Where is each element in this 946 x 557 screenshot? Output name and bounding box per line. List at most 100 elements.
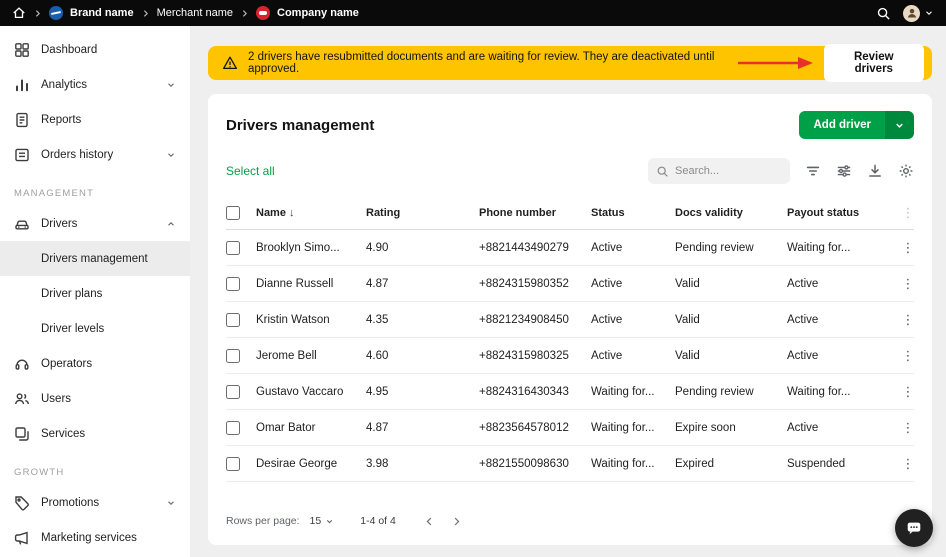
search-input[interactable] bbox=[675, 165, 782, 177]
dashboard-grid-icon bbox=[14, 42, 30, 58]
next-page-button[interactable] bbox=[451, 516, 462, 527]
sidebar-item-label: Dashboard bbox=[41, 44, 97, 56]
cell-payout: Active bbox=[787, 278, 897, 290]
sidebar-item-label: Users bbox=[41, 393, 71, 405]
cell-phone: +8824315980352 bbox=[479, 278, 591, 290]
column-actions-icon[interactable]: ⋮ bbox=[902, 206, 915, 219]
sidebar-item-services[interactable]: Services bbox=[0, 416, 190, 451]
row-checkbox[interactable] bbox=[226, 457, 240, 471]
cell-rating: 4.87 bbox=[366, 278, 479, 290]
document-icon bbox=[14, 112, 30, 128]
cell-name: Brooklyn Simo... bbox=[256, 242, 366, 254]
cell-rating: 4.35 bbox=[366, 314, 479, 326]
table-row: Gustavo Vaccaro 4.95 +8824316430343 Wait… bbox=[226, 374, 914, 410]
select-all-checkbox[interactable] bbox=[226, 206, 240, 220]
previous-page-button[interactable] bbox=[424, 516, 435, 527]
table-row: Brooklyn Simo... 4.90 +8821443490279 Act… bbox=[226, 230, 914, 266]
cell-phone: +8824315980325 bbox=[479, 350, 591, 362]
sidebar-item-driver-plans[interactable]: Driver plans bbox=[0, 276, 190, 311]
breadcrumb-merchant[interactable]: Merchant name bbox=[157, 7, 233, 19]
sidebar-item-operators[interactable]: Operators bbox=[0, 346, 190, 381]
sidebar-item-users[interactable]: Users bbox=[0, 381, 190, 416]
rows-per-page-label: Rows per page: bbox=[226, 515, 300, 527]
row-checkbox[interactable] bbox=[226, 241, 240, 255]
cell-rating: 4.90 bbox=[366, 242, 479, 254]
sidebar-item-label: Driver plans bbox=[41, 288, 102, 300]
company-logo bbox=[256, 6, 270, 20]
breadcrumb-brand[interactable]: Brand name bbox=[70, 7, 134, 19]
sidebar: Dashboard Analytics Reports Orders histo… bbox=[0, 26, 190, 557]
breadcrumb-company[interactable]: Company name bbox=[277, 7, 359, 19]
row-actions-button[interactable]: ⋮ bbox=[902, 241, 915, 254]
sidebar-item-driver-levels[interactable]: Driver levels bbox=[0, 311, 190, 346]
column-header-rating[interactable]: Rating bbox=[366, 207, 479, 219]
column-header-payout[interactable]: Payout status bbox=[787, 207, 897, 219]
cell-name: Gustavo Vaccaro bbox=[256, 386, 366, 398]
sidebar-item-label: Driver levels bbox=[41, 323, 104, 335]
adjustments-icon[interactable] bbox=[836, 163, 852, 179]
review-drivers-button[interactable]: Review drivers bbox=[824, 44, 924, 82]
column-header-status[interactable]: Status bbox=[591, 207, 675, 219]
search-icon[interactable] bbox=[876, 6, 891, 21]
sidebar-item-dashboard[interactable]: Dashboard bbox=[0, 32, 190, 67]
breadcrumb-separator-icon bbox=[33, 9, 42, 18]
row-actions-button[interactable]: ⋮ bbox=[902, 277, 915, 290]
drivers-management-card: Drivers management Add driver Select all bbox=[208, 94, 932, 545]
sidebar-item-orders-history[interactable]: Orders history bbox=[0, 137, 190, 172]
search-box bbox=[648, 158, 790, 184]
cell-docs: Pending review bbox=[675, 386, 787, 398]
row-checkbox[interactable] bbox=[226, 421, 240, 435]
sidebar-item-label: Orders history bbox=[41, 149, 113, 161]
row-actions-button[interactable]: ⋮ bbox=[902, 421, 915, 434]
cell-rating: 4.60 bbox=[366, 350, 479, 362]
settings-gear-icon[interactable] bbox=[898, 163, 914, 179]
cell-name: Kristin Watson bbox=[256, 314, 366, 326]
sidebar-item-label: Services bbox=[41, 428, 85, 440]
chevron-up-icon bbox=[166, 219, 176, 229]
download-icon[interactable] bbox=[867, 163, 883, 179]
bar-chart-icon bbox=[14, 77, 30, 93]
cell-status: Waiting for... bbox=[591, 422, 675, 434]
chevron-down-icon bbox=[166, 150, 176, 160]
cell-rating: 3.98 bbox=[366, 458, 479, 470]
row-actions-button[interactable]: ⋮ bbox=[902, 349, 915, 362]
sidebar-item-drivers-management[interactable]: Drivers management bbox=[0, 241, 190, 276]
filter-icon[interactable] bbox=[805, 163, 821, 179]
add-driver-dropdown-button[interactable] bbox=[885, 111, 914, 139]
cell-docs: Expired bbox=[675, 458, 787, 470]
sidebar-item-marketing-services[interactable]: Marketing services bbox=[0, 520, 190, 555]
chat-widget-button[interactable] bbox=[895, 509, 933, 547]
sidebar-item-drivers[interactable]: Drivers bbox=[0, 206, 190, 241]
cell-docs: Pending review bbox=[675, 242, 787, 254]
sidebar-item-reports[interactable]: Reports bbox=[0, 102, 190, 137]
column-header-docs[interactable]: Docs validity bbox=[675, 207, 787, 219]
sidebar-item-label: Marketing services bbox=[41, 532, 137, 544]
cell-docs: Expire soon bbox=[675, 422, 787, 434]
sidebar-item-promotions[interactable]: Promotions bbox=[0, 485, 190, 520]
cell-phone: +8821234908450 bbox=[479, 314, 591, 326]
sidebar-item-label: Analytics bbox=[41, 79, 87, 91]
column-header-name[interactable]: Name↓ bbox=[256, 207, 366, 219]
table-row: Jerome Bell 4.60 +8824315980325 Active V… bbox=[226, 338, 914, 374]
chevron-down-icon bbox=[166, 498, 176, 508]
account-menu[interactable] bbox=[903, 5, 934, 22]
row-checkbox[interactable] bbox=[226, 277, 240, 291]
table-row: Dianne Russell 4.87 +8824315980352 Activ… bbox=[226, 266, 914, 302]
row-checkbox[interactable] bbox=[226, 385, 240, 399]
chevron-down-icon bbox=[924, 8, 934, 18]
row-actions-button[interactable]: ⋮ bbox=[902, 385, 915, 398]
promo-tag-icon bbox=[14, 495, 30, 511]
select-all-link[interactable]: Select all bbox=[226, 164, 275, 178]
add-driver-button[interactable]: Add driver bbox=[799, 111, 885, 139]
chevron-down-icon bbox=[325, 517, 334, 526]
rows-per-page-select[interactable]: 15 bbox=[310, 515, 335, 527]
table-row: Omar Bator 4.87 +8823564578012 Waiting f… bbox=[226, 410, 914, 446]
row-actions-button[interactable]: ⋮ bbox=[902, 457, 915, 470]
row-checkbox[interactable] bbox=[226, 313, 240, 327]
home-icon[interactable] bbox=[12, 6, 26, 20]
sidebar-item-analytics[interactable]: Analytics bbox=[0, 67, 190, 102]
column-header-phone[interactable]: Phone number bbox=[479, 207, 591, 219]
row-actions-button[interactable]: ⋮ bbox=[902, 313, 915, 326]
row-checkbox[interactable] bbox=[226, 349, 240, 363]
page-title: Drivers management bbox=[226, 117, 374, 134]
